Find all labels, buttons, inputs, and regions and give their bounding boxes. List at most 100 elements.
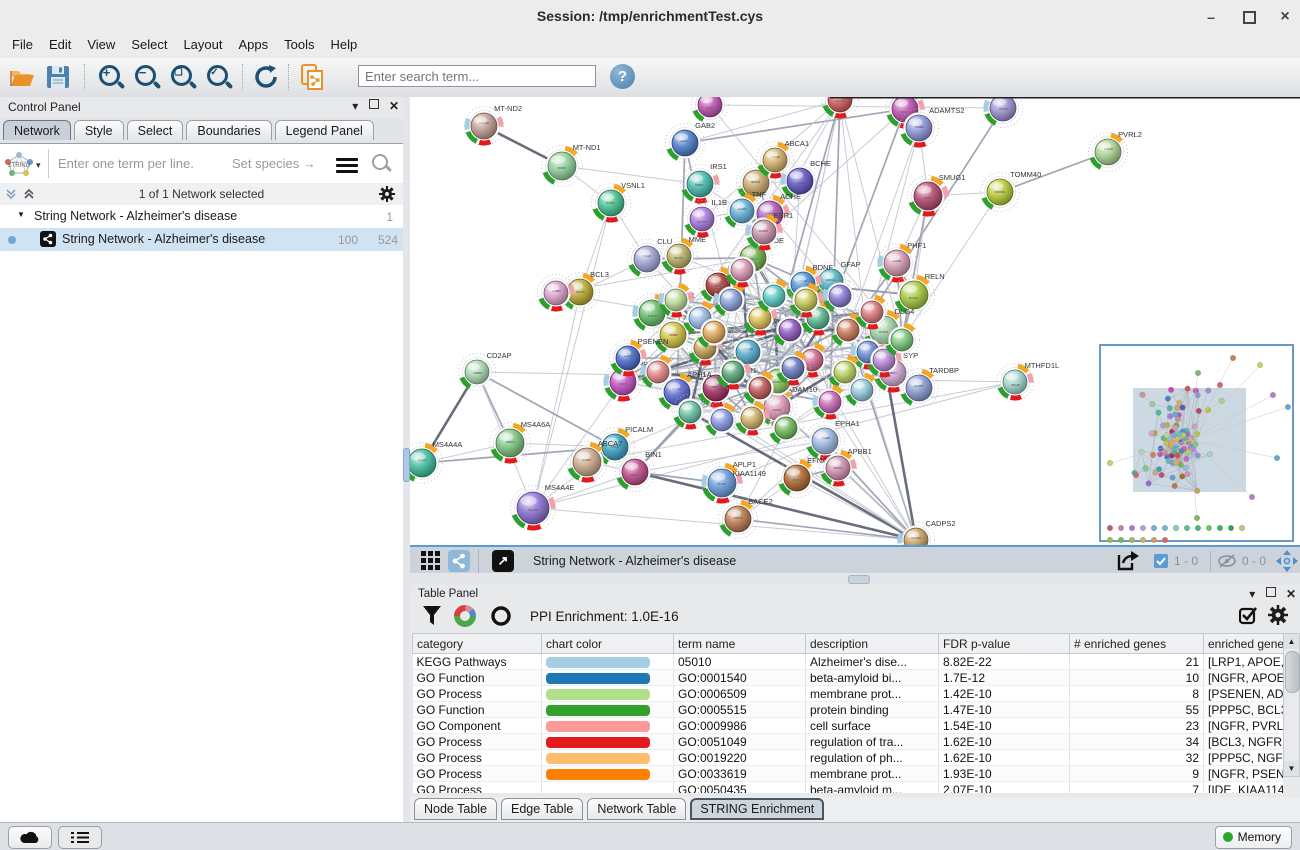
string-dropdown-caret[interactable]: ▾ xyxy=(36,160,41,171)
tab-network-table[interactable]: Network Table xyxy=(587,798,686,820)
menu-tools[interactable]: Tools xyxy=(276,33,322,56)
network-node[interactable] xyxy=(822,97,859,119)
zoom-in-icon[interactable]: + xyxy=(97,63,125,91)
menu-apps[interactable]: Apps xyxy=(231,33,277,56)
network-from-clipboard-icon[interactable] xyxy=(298,63,326,91)
menu-view[interactable]: View xyxy=(79,33,123,56)
refresh-icon[interactable] xyxy=(252,63,280,91)
menu-select[interactable]: Select xyxy=(123,33,175,56)
network-row-selected[interactable]: String Network - Alzheimer's disease 100… xyxy=(0,228,403,251)
network-node-ms4a4e[interactable]: MS4A4E xyxy=(511,483,575,531)
network-node-cd2ap[interactable]: CD2AP xyxy=(459,351,512,391)
column-header-enrichedgenes[interactable]: enriched genes xyxy=(1204,634,1284,654)
open-in-window-icon[interactable]: ↗ xyxy=(492,550,514,572)
panel-close-icon[interactable]: ✕ xyxy=(389,99,399,113)
menu-file[interactable]: File xyxy=(4,33,41,56)
network-node-vsnl1[interactable]: VSNL1 xyxy=(592,181,645,223)
table-row[interactable]: GO ProcessGO:0006509membrane prot...1.42… xyxy=(413,686,1284,702)
network-node-ms4a6a[interactable]: MS4A6A xyxy=(490,420,551,464)
task-list-button[interactable] xyxy=(58,826,102,849)
network-node-gab2[interactable]: GAB2 xyxy=(666,121,716,163)
filter-icon[interactable] xyxy=(422,605,442,627)
network-node[interactable] xyxy=(735,401,770,436)
save-session-icon[interactable] xyxy=(44,63,72,91)
network-collection-row[interactable]: ▼ String Network - Alzheimer's disease 1 xyxy=(0,205,403,228)
table-row[interactable]: KEGG Pathways05010Alzheimer's dise...8.8… xyxy=(413,654,1284,670)
string-app-icon[interactable]: STRING xyxy=(4,151,34,177)
zoom-fit-icon[interactable]: ❏ xyxy=(169,63,197,91)
pie-chart-icon[interactable] xyxy=(454,605,476,627)
string-options-icon[interactable] xyxy=(336,155,358,176)
selected-checkbox-icon[interactable] xyxy=(1154,554,1168,568)
help-icon[interactable]: ? xyxy=(610,64,635,89)
zoom-out-icon[interactable]: − xyxy=(133,63,161,91)
menu-edit[interactable]: Edit xyxy=(41,33,79,56)
table-scrollbar[interactable]: ▲ ▼ xyxy=(1283,633,1300,777)
settings-gear-icon[interactable] xyxy=(1268,605,1288,625)
network-node[interactable] xyxy=(692,97,729,124)
panel-close-icon[interactable]: ✕ xyxy=(1286,587,1296,601)
string-search-icon[interactable] xyxy=(372,154,388,170)
tab-boundaries[interactable]: Boundaries xyxy=(186,120,271,140)
collapse-triangle-icon[interactable]: ▼ xyxy=(17,210,25,219)
panel-float-icon[interactable] xyxy=(1266,587,1276,597)
select-all-checkbox-icon[interactable] xyxy=(1239,606,1258,625)
network-node[interactable] xyxy=(705,403,740,438)
table-row[interactable]: GO ProcessGO:0019220regulation of ph...1… xyxy=(413,750,1284,766)
search-input[interactable] xyxy=(358,65,596,87)
tab-style[interactable]: Style xyxy=(74,120,124,140)
network-node-mt-nd1[interactable]: MT-ND1 xyxy=(542,143,601,187)
birdseye-overview[interactable] xyxy=(1100,345,1293,543)
network-node-mthfd1l[interactable]: MTHFD1L xyxy=(997,361,1060,401)
column-header-enrichedgenes[interactable]: # enriched genes xyxy=(1070,634,1204,654)
table-row[interactable]: GO FunctionGO:0005515protein binding1.47… xyxy=(413,702,1284,718)
horizontal-splitter-handle[interactable] xyxy=(848,575,870,584)
panel-menu-icon[interactable]: ▾ xyxy=(352,99,358,113)
tab-network[interactable]: Network xyxy=(3,120,71,140)
column-header-description[interactable]: description xyxy=(806,634,939,654)
birdseye-toggle-icon[interactable] xyxy=(1276,550,1298,572)
network-node-bace2[interactable]: BACE2 xyxy=(719,497,773,539)
tab-edge-table[interactable]: Edge Table xyxy=(501,798,583,820)
network-node-pvrl2[interactable]: PVRL2 xyxy=(1089,130,1142,172)
menu-layout[interactable]: Layout xyxy=(175,33,230,56)
panel-float-icon[interactable] xyxy=(369,99,379,109)
close-button[interactable]: × xyxy=(1272,7,1298,27)
tab-select[interactable]: Select xyxy=(127,120,184,140)
export-network-icon[interactable] xyxy=(1116,550,1140,572)
table-row[interactable]: GO FunctionGO:0001540beta-amyloid bi...1… xyxy=(413,670,1284,686)
column-header-category[interactable]: category xyxy=(413,634,542,654)
share-view-icon[interactable] xyxy=(448,550,470,572)
panel-menu-icon[interactable]: ▾ xyxy=(1249,587,1255,601)
scroll-down-icon[interactable]: ▼ xyxy=(1284,761,1299,776)
table-row[interactable]: GO ProcessGO:0050435beta-amyloid m...2.0… xyxy=(413,782,1284,794)
network-edge[interactable] xyxy=(635,472,916,540)
network-node-ms4a4a[interactable]: MS4A4A xyxy=(410,440,462,484)
string-query-placeholder[interactable]: Enter one term per line. xyxy=(58,156,194,171)
grid-view-icon[interactable] xyxy=(420,550,442,572)
column-header-FDRp-value[interactable]: FDR p-value xyxy=(939,634,1070,654)
column-header-chartcolor[interactable]: chart color xyxy=(542,634,674,654)
network-edge[interactable] xyxy=(872,108,1003,312)
network-edge[interactable] xyxy=(902,192,1000,340)
menu-help[interactable]: Help xyxy=(323,33,366,56)
open-session-icon[interactable] xyxy=(8,63,36,91)
table-row[interactable]: GO ComponentGO:0009986cell surface1.54E-… xyxy=(413,718,1284,734)
tab-legend-panel[interactable]: Legend Panel xyxy=(275,120,374,140)
minimize-button[interactable]: – xyxy=(1198,7,1224,27)
column-header-termname[interactable]: term name xyxy=(674,634,806,654)
network-node[interactable] xyxy=(538,275,575,312)
network-canvas[interactable]: MT-ND2MT-ND1VSNL1GAB2ADAMTS2PVRL2SMUG1TO… xyxy=(410,97,1300,546)
gear-icon[interactable] xyxy=(379,186,395,202)
maximize-button[interactable] xyxy=(1236,7,1262,27)
tab-string-enrichment[interactable]: STRING Enrichment xyxy=(690,798,824,820)
network-node-tomm40[interactable]: TOMM40 xyxy=(981,170,1042,212)
scroll-up-icon[interactable]: ▲ xyxy=(1284,634,1299,649)
network-node-mt-nd2[interactable]: MT-ND2 xyxy=(465,104,523,146)
cloud-button[interactable] xyxy=(8,826,52,849)
set-species-hint[interactable]: Set species → xyxy=(232,156,316,171)
memory-button[interactable]: Memory xyxy=(1215,826,1292,849)
table-row[interactable]: GO ProcessGO:0051049regulation of tra...… xyxy=(413,734,1284,750)
network-node[interactable] xyxy=(984,97,1023,128)
table-row[interactable]: GO ProcessGO:0033619membrane prot...1.93… xyxy=(413,766,1284,782)
